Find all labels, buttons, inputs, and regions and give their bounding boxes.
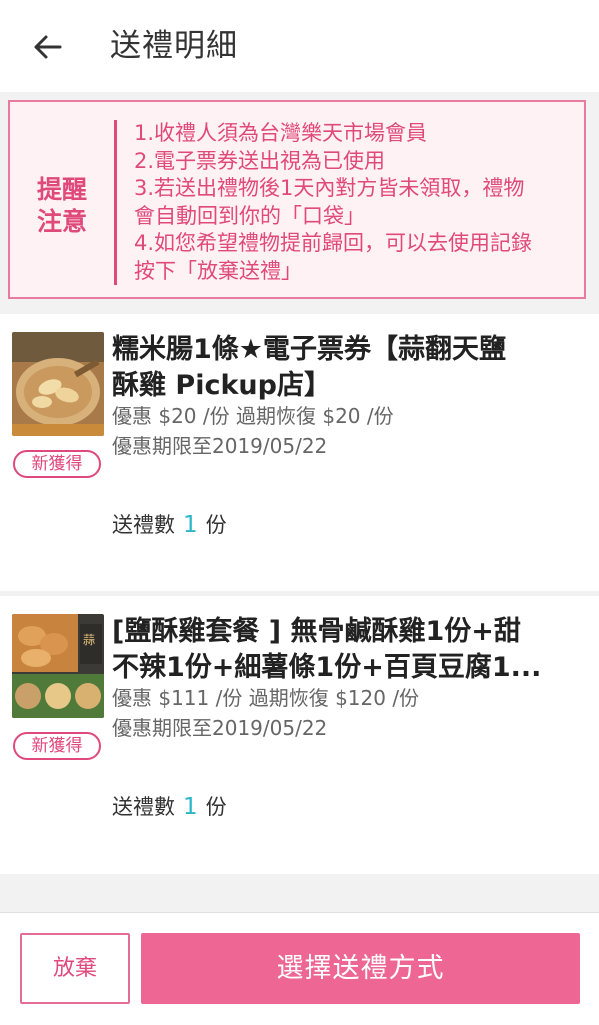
quantity-label: 送禮數 (112, 513, 175, 537)
product-image: 蒜 (12, 614, 104, 718)
item-price: 優惠 $20 /份 過期恢復 $20 /份 (112, 404, 394, 428)
svg-text:蒜: 蒜 (83, 633, 95, 647)
quantity-label: 送禮數 (112, 795, 175, 819)
gift-quantity: 送禮數 1 份 (112, 792, 227, 822)
notice-label-line2: 注意 (36, 207, 87, 236)
page-title: 送禮明細 (110, 28, 238, 64)
notice-line: 4.如您希望禮物提前歸回，可以去使用記錄 (134, 231, 533, 255)
item-title-line2: 酥雞 Pickup店】 (112, 370, 331, 401)
item-title-line2: 不辣1份+細薯條1份+百頁豆腐1... (112, 652, 542, 683)
gift-item-card[interactable]: 蒜 新獲得 [鹽酥雞套餐 ] 無骨鹹酥雞1份+甜 不辣1份+細薯條1份+百頁豆腐… (0, 596, 599, 874)
notice-line: 按下「放棄送禮」 (134, 258, 302, 283)
new-badge: 新獲得 (13, 450, 101, 478)
item-title: 糯米腸1條★電子票券【蒜翻天鹽 酥雞 Pickup店】 (112, 332, 582, 404)
bottom-action-bar: 放棄 選擇送禮方式 (0, 912, 599, 1025)
give-up-button[interactable]: 放棄 (20, 933, 130, 1004)
gift-quantity: 送禮數 1 份 (112, 510, 227, 540)
new-badge: 新獲得 (13, 732, 101, 760)
quantity-value: 1 (183, 794, 198, 820)
choose-gift-method-button[interactable]: 選擇送禮方式 (141, 933, 580, 1004)
notice-line: 2.電子票券送出視為已使用 (134, 148, 386, 173)
product-image (12, 332, 104, 436)
notice-divider (114, 120, 117, 285)
quantity-value: 1 (183, 512, 198, 538)
notice-text: 1.收禮人須為台灣樂天市場會員 2.電子票券送出視為已使用 3.若送出禮物後1天… (134, 120, 580, 285)
notice-line: 3.若送出禮物後1天內對方皆未領取，禮物 (134, 176, 525, 200)
quantity-unit: 份 (205, 513, 227, 537)
item-title: [鹽酥雞套餐 ] 無骨鹹酥雞1份+甜 不辣1份+細薯條1份+百頁豆腐1... (112, 614, 582, 686)
notice-box: 提醒 注意 1.收禮人須為台灣樂天市場會員 2.電子票券送出視為已使用 3.若送… (8, 100, 586, 299)
notice-section: 提醒 注意 1.收禮人須為台灣樂天市場會員 2.電子票券送出視為已使用 3.若送… (0, 92, 599, 314)
item-expiry: 優惠期限至2019/05/22 (112, 434, 328, 458)
item-title-line1: [鹽酥雞套餐 ] 無骨鹹酥雞1份+甜 (112, 616, 521, 647)
notice-label-line1: 提醒 (36, 175, 87, 204)
notice-line: 1.收禮人須為台灣樂天市場會員 (134, 121, 428, 145)
arrow-left-icon[interactable] (30, 30, 64, 64)
quantity-unit: 份 (205, 795, 227, 819)
app-header: 送禮明細 (0, 0, 599, 92)
notice-line: 會自動回到你的「口袋」 (134, 203, 365, 228)
item-price: 優惠 $111 /份 過期恢復 $120 /份 (112, 686, 420, 710)
item-expiry: 優惠期限至2019/05/22 (112, 716, 328, 740)
notice-label: 提醒 注意 (32, 174, 92, 238)
item-title-line1: 糯米腸1條★電子票券【蒜翻天鹽 (112, 334, 506, 365)
gift-item-card[interactable]: 新獲得 糯米腸1條★電子票券【蒜翻天鹽 酥雞 Pickup店】 優惠 $20 /… (0, 314, 599, 591)
